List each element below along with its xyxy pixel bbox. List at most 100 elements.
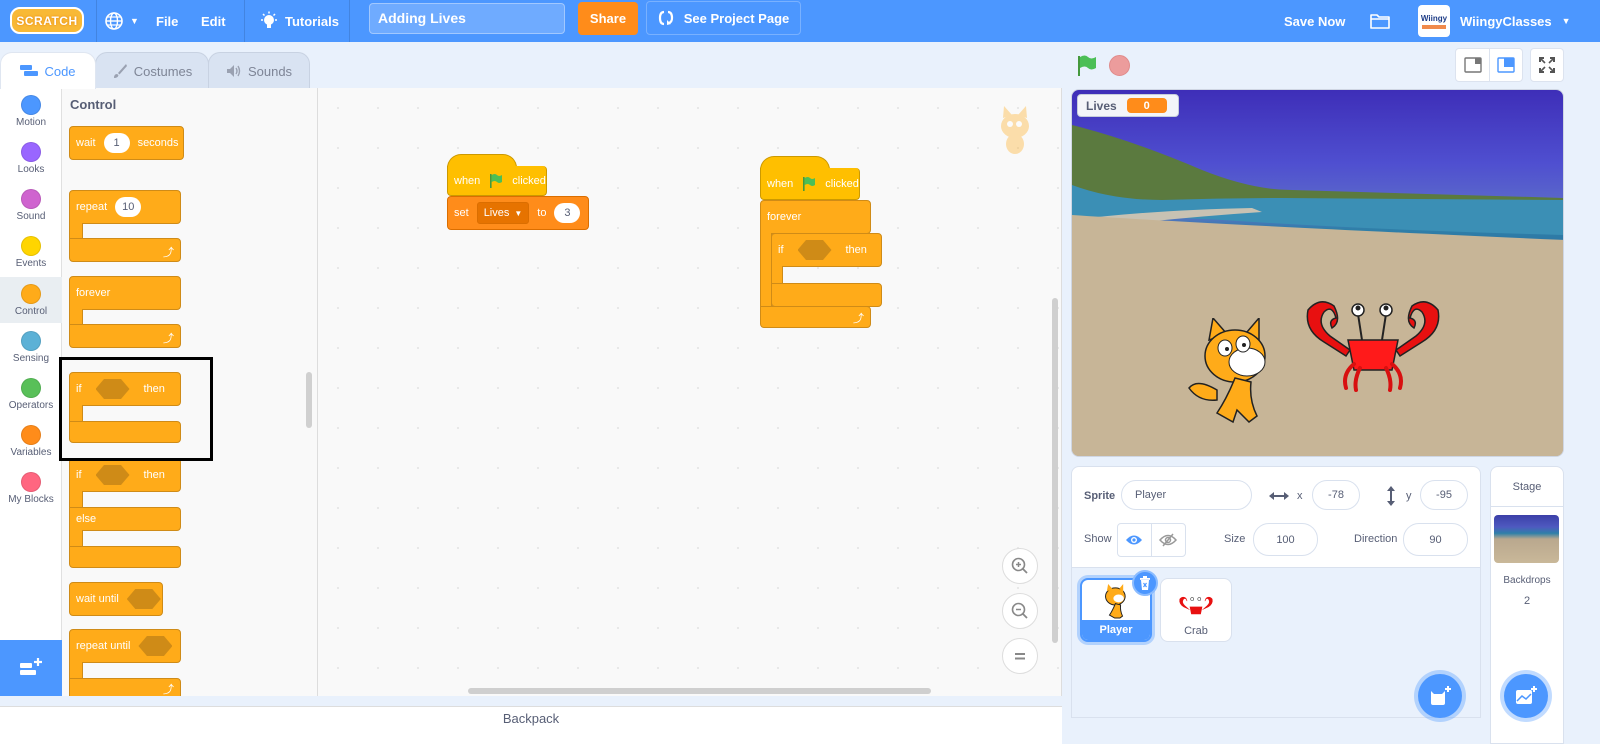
avatar-text: Wiingy [1420, 13, 1448, 23]
stage-canvas[interactable]: Lives 0 [1071, 89, 1564, 457]
size-input[interactable]: 100 [1253, 523, 1318, 556]
fullscreen-button[interactable] [1531, 49, 1563, 81]
tutorials-label: Tutorials [285, 13, 339, 29]
sprite-tile-crab[interactable]: Crab [1160, 578, 1232, 642]
sensing-dot-icon [21, 331, 41, 351]
boolean-slot[interactable] [138, 636, 173, 656]
direction-input[interactable]: 90 [1403, 523, 1468, 556]
y-position-input[interactable]: -95 [1420, 480, 1468, 510]
show-sprite-button[interactable] [1118, 524, 1152, 556]
loop-arrow-icon: ⤴ [163, 684, 174, 696]
share-button[interactable]: Share [578, 2, 638, 35]
zoom-out-button[interactable] [1002, 593, 1038, 629]
palette-block-wait[interactable]: wait 1 seconds [69, 126, 184, 160]
eye-slash-icon [1159, 533, 1178, 547]
category-label: Control [14, 306, 48, 317]
delete-sprite-button[interactable] [1132, 570, 1158, 596]
c-block-footer: ⤴ [69, 238, 181, 262]
boolean-slot[interactable] [797, 240, 832, 260]
wait-seconds-input[interactable]: 1 [103, 133, 130, 153]
language-menu[interactable]: ▼ [104, 0, 139, 42]
category-operators[interactable]: Operators [0, 371, 62, 417]
palette-block-forever[interactable]: forever [69, 276, 181, 310]
stop-button[interactable] [1109, 55, 1130, 76]
caret-down-icon: ▼ [514, 208, 523, 218]
player-cat-sprite[interactable] [1187, 318, 1287, 428]
tab-sounds[interactable]: Sounds [208, 52, 310, 89]
choose-sprite-button[interactable] [1418, 674, 1462, 718]
workspace-vertical-scrollbar[interactable] [1052, 298, 1058, 643]
block-text: then [845, 244, 867, 256]
code-workspace[interactable]: when clicked set Lives ▼ to 3 when clicke… [318, 88, 1062, 696]
small-stage-button[interactable] [1456, 49, 1489, 81]
monitor-value: 0 [1126, 98, 1167, 113]
tutorials-button[interactable]: Tutorials [259, 0, 339, 42]
large-stage-icon [1497, 57, 1515, 73]
zoom-reset-button[interactable] [1002, 638, 1038, 674]
save-now-button[interactable]: Save Now [1284, 0, 1345, 42]
see-project-page-button[interactable]: See Project Page [646, 1, 801, 35]
x-position-input[interactable]: -78 [1312, 480, 1360, 510]
account-menu[interactable]: Wiingy WiingyClasses ▼ [1418, 0, 1571, 42]
crab-sprite[interactable] [1302, 298, 1444, 393]
if-then-block[interactable]: if then [771, 233, 882, 267]
edit-menu[interactable]: Edit [201, 0, 226, 42]
backpack[interactable]: Backpack [0, 706, 1062, 744]
loop-arrow-icon: ⤴ [853, 313, 864, 325]
when-flag-clicked-block[interactable]: when clicked [760, 168, 860, 200]
sprite-name-input[interactable]: Player [1121, 480, 1252, 510]
category-variables[interactable]: Variables [0, 418, 62, 464]
variable-dropdown[interactable]: Lives ▼ [476, 202, 530, 224]
events-dot-icon [21, 236, 41, 256]
add-extension-button[interactable] [0, 640, 62, 696]
c-block-footer: ⤴ [760, 306, 871, 328]
set-value-input[interactable]: 3 [554, 203, 581, 223]
hide-sprite-button[interactable] [1152, 524, 1186, 556]
repeat-count-input[interactable]: 10 [115, 197, 142, 217]
my-stuff-button[interactable] [1369, 0, 1391, 42]
file-menu[interactable]: File [156, 0, 178, 42]
see-project-page-label: See Project Page [683, 10, 790, 26]
large-stage-button[interactable] [1489, 49, 1522, 81]
category-events[interactable]: Events [0, 229, 62, 275]
operators-dot-icon [21, 378, 41, 398]
stage-pane-title: Stage [1491, 467, 1563, 507]
category-my-blocks[interactable]: My Blocks [0, 465, 62, 511]
set-variable-block[interactable]: set Lives ▼ to 3 [447, 196, 589, 230]
project-title-input[interactable]: Adding Lives [369, 3, 565, 34]
caret-down-icon: ▼ [1561, 16, 1571, 26]
palette-scrollbar[interactable] [306, 372, 312, 428]
tab-costumes[interactable]: Costumes [95, 52, 209, 89]
green-flag-button[interactable] [1075, 54, 1099, 78]
palette-block-if-else[interactable]: if then [69, 458, 181, 492]
forever-block[interactable]: forever [760, 200, 871, 234]
boolean-slot[interactable] [126, 589, 161, 609]
c-block-arm [69, 530, 83, 547]
workspace-horizontal-scrollbar[interactable] [468, 688, 931, 694]
block-text: forever [767, 211, 802, 223]
palette-block-wait-until[interactable]: wait until [69, 582, 163, 616]
size-label: Size [1224, 533, 1246, 545]
add-extension-icon [20, 658, 42, 675]
backdrops-label: Backdrops [1503, 575, 1551, 586]
choose-backdrop-button[interactable] [1504, 674, 1548, 718]
palette-block-repeat-until[interactable]: repeat until [69, 629, 181, 663]
category-motion[interactable]: Motion [0, 88, 62, 134]
loop-arrow-icon: ⤴ [163, 333, 174, 345]
sound-dot-icon [21, 189, 41, 209]
category-sensing[interactable]: Sensing [0, 324, 62, 370]
tab-code[interactable]: Code [0, 52, 96, 89]
category-looks[interactable]: Looks [0, 135, 62, 181]
zoom-in-button[interactable] [1002, 548, 1038, 584]
block-text: wait [76, 137, 96, 149]
boolean-slot[interactable] [95, 465, 130, 485]
variable-monitor-lives[interactable]: Lives 0 [1077, 94, 1179, 117]
category-control[interactable]: Control [0, 277, 62, 323]
c-block-arm [69, 491, 83, 508]
green-flag-icon [803, 176, 816, 191]
scratch-logo[interactable]: SCRATCH [10, 7, 84, 34]
category-sound[interactable]: Sound [0, 182, 62, 228]
crab-thumbnail [1179, 596, 1213, 615]
palette-block-repeat[interactable]: repeat 10 [69, 190, 181, 224]
when-flag-clicked-block[interactable]: when clicked [447, 166, 547, 196]
